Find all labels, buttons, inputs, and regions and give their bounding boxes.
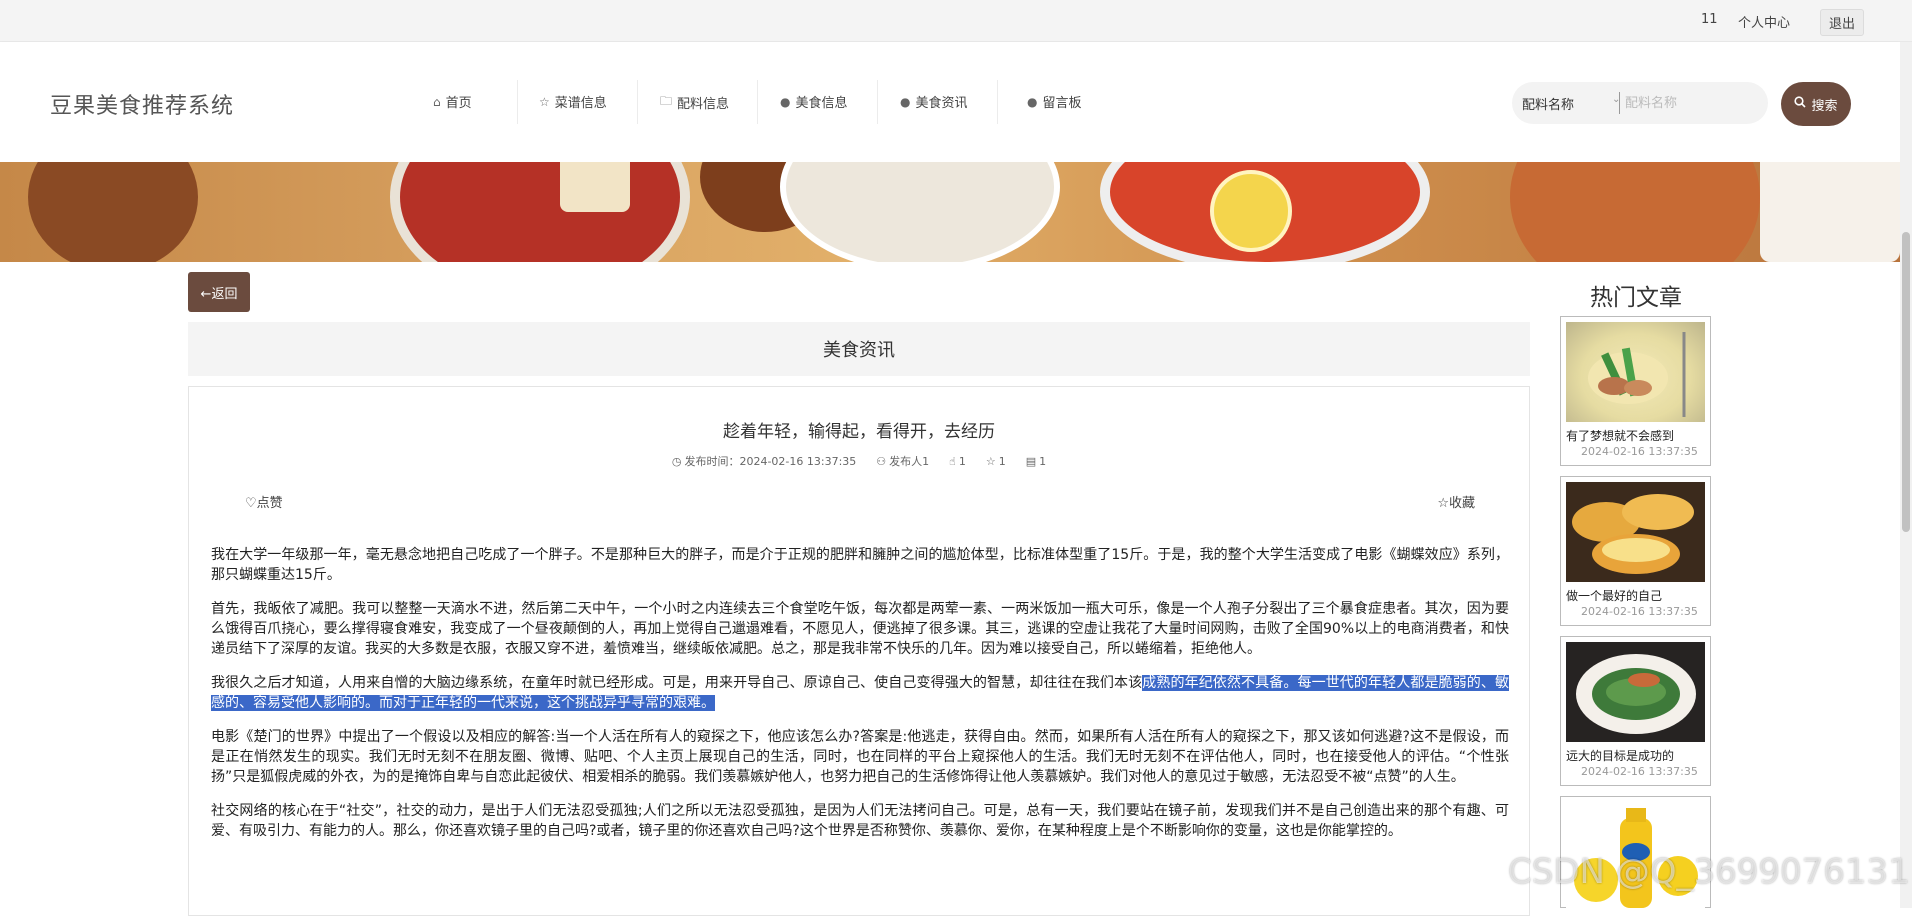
banner-plate xyxy=(780,162,1060,262)
nav-divider xyxy=(757,80,758,124)
thumb-up-icon: ☝ xyxy=(949,454,956,468)
author: ⚇ 发布人1 xyxy=(876,454,930,469)
header: 豆果美食推荐系统 ⌂ 首页 ☆ 菜谱信息 🗀 配料信息 ● 美食信息 ● 美食资… xyxy=(0,42,1900,162)
article-title: 趁着年轻，输得起，看得开，去经历 xyxy=(723,422,995,442)
nav-food[interactable]: ● 美食信息 xyxy=(780,92,848,112)
nav-divider xyxy=(877,80,878,124)
scrollbar-thumb[interactable] xyxy=(1902,232,1910,532)
article-content: 我在大学一年级那一年，毫无悬念地把自己吃成了一个胖子。不是那种巨大的胖子，而是介… xyxy=(211,545,1509,855)
paragraph: 社交网络的核心在于“社交”，社交的动力，是出于人们无法忍受孤独;人们之所以无法忍… xyxy=(211,803,1509,839)
search-field-select[interactable]: 配料名称 xyxy=(1522,94,1574,113)
star-icon: ☆ xyxy=(539,94,550,109)
favorite-button[interactable]: ☆收藏 xyxy=(1437,492,1475,511)
hot-article-card[interactable]: 做一个最好的自己 2024-02-16 13:37:35 xyxy=(1560,476,1711,626)
info-icon: ● xyxy=(780,94,791,109)
publish-time: ◷ 发布时间：2024-02-16 13:37:35 xyxy=(671,454,857,469)
section-title: 美食资讯 xyxy=(188,322,1530,376)
nav-divider xyxy=(637,80,638,124)
hot-article-image xyxy=(1566,482,1705,582)
nav-home[interactable]: ⌂ 首页 xyxy=(433,92,472,112)
food-banner xyxy=(0,162,1900,262)
search-input[interactable] xyxy=(1625,90,1755,116)
article-meta: ◷ 发布时间：2024-02-16 13:37:35 ⚇ 发布人1 ☝ 1 ☆ 1 ▤ 1 xyxy=(189,453,1529,469)
profile-link[interactable]: 个人中心 xyxy=(1738,12,1790,31)
hot-article-card[interactable]: 远大的目标是成功的 2024-02-16 13:37:35 xyxy=(1560,636,1711,786)
paragraph: 我在大学一年级那一年，毫无悬念地把自己吃成了一个胖子。不是那种巨大的胖子，而是介… xyxy=(211,547,1509,583)
like-button[interactable]: ♡点赞 xyxy=(245,492,283,511)
hot-article-name: 远大的目标是成功的 xyxy=(1566,749,1675,763)
hot-article-image xyxy=(1566,322,1705,422)
nav-news[interactable]: ● 美食资讯 xyxy=(900,92,968,112)
page-scrollbar[interactable] xyxy=(1900,42,1912,908)
paragraph: 我很久之后才知道，人用来自憎的大脑边缘系统，在童年时就已经形成。可是，用来开导自… xyxy=(211,675,1509,711)
site-logo[interactable]: 豆果美食推荐系统 xyxy=(50,88,234,120)
paragraph: 首先，我皈依了减肥。我可以整整一天滴水不进，然后第二天中午，一个小时之内连续去三… xyxy=(211,601,1509,657)
logout-button[interactable]: 退出 xyxy=(1820,9,1865,36)
banner-plate xyxy=(1760,162,1900,262)
banner-plate xyxy=(28,162,198,262)
banner-plate xyxy=(1510,162,1760,262)
back-button[interactable]: ←返回 xyxy=(188,272,250,312)
hot-article-date: 2024-02-16 13:37:35 xyxy=(1581,765,1698,778)
nav-messages[interactable]: ● 留言板 xyxy=(1027,92,1082,112)
favorite-count: ☆ 1 xyxy=(985,454,1006,468)
info-icon: ● xyxy=(1027,94,1038,109)
hot-article-date: 2024-02-16 13:37:35 xyxy=(1581,605,1698,618)
hot-article-card[interactable]: 有了梦想就不会感到 2024-02-16 13:37:35 xyxy=(1560,316,1711,466)
banner-plate xyxy=(1210,170,1292,252)
nav-divider xyxy=(517,80,518,124)
watermark: CSDN @Q_3699076131 xyxy=(1508,852,1910,892)
nav-divider xyxy=(997,80,998,124)
comment-count: ▤ 1 xyxy=(1025,454,1047,468)
hot-article-date: 2024-02-16 13:37:35 xyxy=(1581,445,1698,458)
username: 11 xyxy=(1701,12,1718,27)
paragraph: 电影《楚门的世界》中提出了一个假设以及相应的解答:当一个人活在所有人的窥探之下，… xyxy=(211,729,1509,785)
hot-articles-title: 热门文章 xyxy=(1590,285,1682,311)
star-icon: ☆ xyxy=(1437,496,1449,511)
nav-recipes[interactable]: ☆ 菜谱信息 xyxy=(539,92,607,112)
banner-plate xyxy=(390,162,690,262)
bag-icon: 🗀 xyxy=(660,94,673,108)
heart-icon: ♡ xyxy=(245,496,257,511)
search-icon xyxy=(1794,96,1807,112)
top-bar: 11 个人中心 退出 xyxy=(0,0,1912,42)
star-icon: ☆ xyxy=(985,454,996,468)
user-icon: ⚇ xyxy=(876,454,887,468)
nav-ingredients[interactable]: 🗀 配料信息 xyxy=(660,92,729,113)
help-icon: ● xyxy=(900,94,911,109)
comment-icon: ▤ xyxy=(1025,454,1037,468)
clock-icon: ◷ xyxy=(671,454,682,468)
home-icon: ⌂ xyxy=(433,94,441,109)
hot-article-name: 做一个最好的自己 xyxy=(1566,589,1663,603)
article-panel: 趁着年轻，输得起，看得开，去经历 ◷ 发布时间：2024-02-16 13:37:… xyxy=(188,386,1530,916)
hot-article-name: 有了梦想就不会感到 xyxy=(1566,429,1675,443)
search-bar: 配料名称 ⌄ xyxy=(1512,82,1768,124)
hot-article-image xyxy=(1566,642,1705,742)
search-divider xyxy=(1619,92,1620,114)
search-button[interactable]: 搜索 xyxy=(1781,82,1851,126)
like-count: ☝ 1 xyxy=(949,454,966,468)
banner-plate xyxy=(560,162,630,212)
